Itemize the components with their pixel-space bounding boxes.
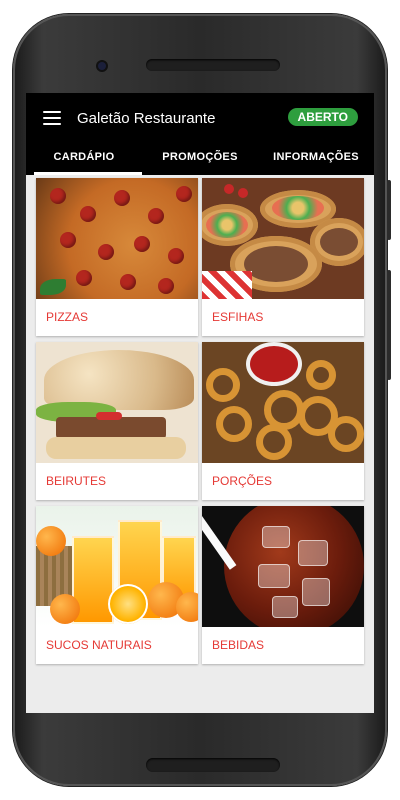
category-card-beirutes[interactable]: BEIRUTES xyxy=(36,342,198,500)
bottom-speaker xyxy=(146,758,280,772)
category-grid: PIZZAS ESFIHAS BEIRUTES PORÇÕES SUCOS NA… xyxy=(36,178,364,664)
category-card-esfihas[interactable]: ESFIHAS xyxy=(202,178,364,336)
category-card-pizzas[interactable]: PIZZAS xyxy=(36,178,198,336)
category-label: SUCOS NATURAIS xyxy=(46,638,152,652)
front-camera xyxy=(98,62,106,70)
beirutes-image xyxy=(36,342,198,463)
category-card-sucos-naturais[interactable]: SUCOS NATURAIS xyxy=(36,506,198,664)
pizza-image xyxy=(36,178,198,299)
bebidas-image xyxy=(202,506,364,627)
category-label: BEBIDAS xyxy=(212,638,265,652)
power-button xyxy=(387,180,391,240)
category-card-bebidas[interactable]: BEBIDAS xyxy=(202,506,364,664)
tab-cardapio[interactable]: CARDÁPIO xyxy=(26,143,142,175)
volume-button xyxy=(387,270,391,380)
category-label: ESFIHAS xyxy=(212,310,264,324)
status-badge: ABERTO xyxy=(287,108,358,126)
category-label: PIZZAS xyxy=(46,310,89,324)
category-label: BEIRUTES xyxy=(46,474,107,488)
app-bar: Galetão Restaurante ABERTO xyxy=(26,93,374,143)
menu-icon[interactable] xyxy=(43,111,61,125)
app-title: Galetão Restaurante xyxy=(77,109,216,127)
category-card-porcoes[interactable]: PORÇÕES xyxy=(202,342,364,500)
category-label: PORÇÕES xyxy=(212,474,273,488)
tab-promocoes[interactable]: PROMOÇÕES xyxy=(142,143,258,175)
tab-bar: CARDÁPIO PROMOÇÕES INFORMAÇÕES xyxy=(26,143,374,175)
esfihas-image xyxy=(202,178,364,299)
tab-informacoes[interactable]: INFORMAÇÕES xyxy=(258,143,374,175)
earpiece-speaker xyxy=(146,59,280,71)
porcoes-image xyxy=(202,342,364,463)
sucos-image xyxy=(36,506,198,627)
